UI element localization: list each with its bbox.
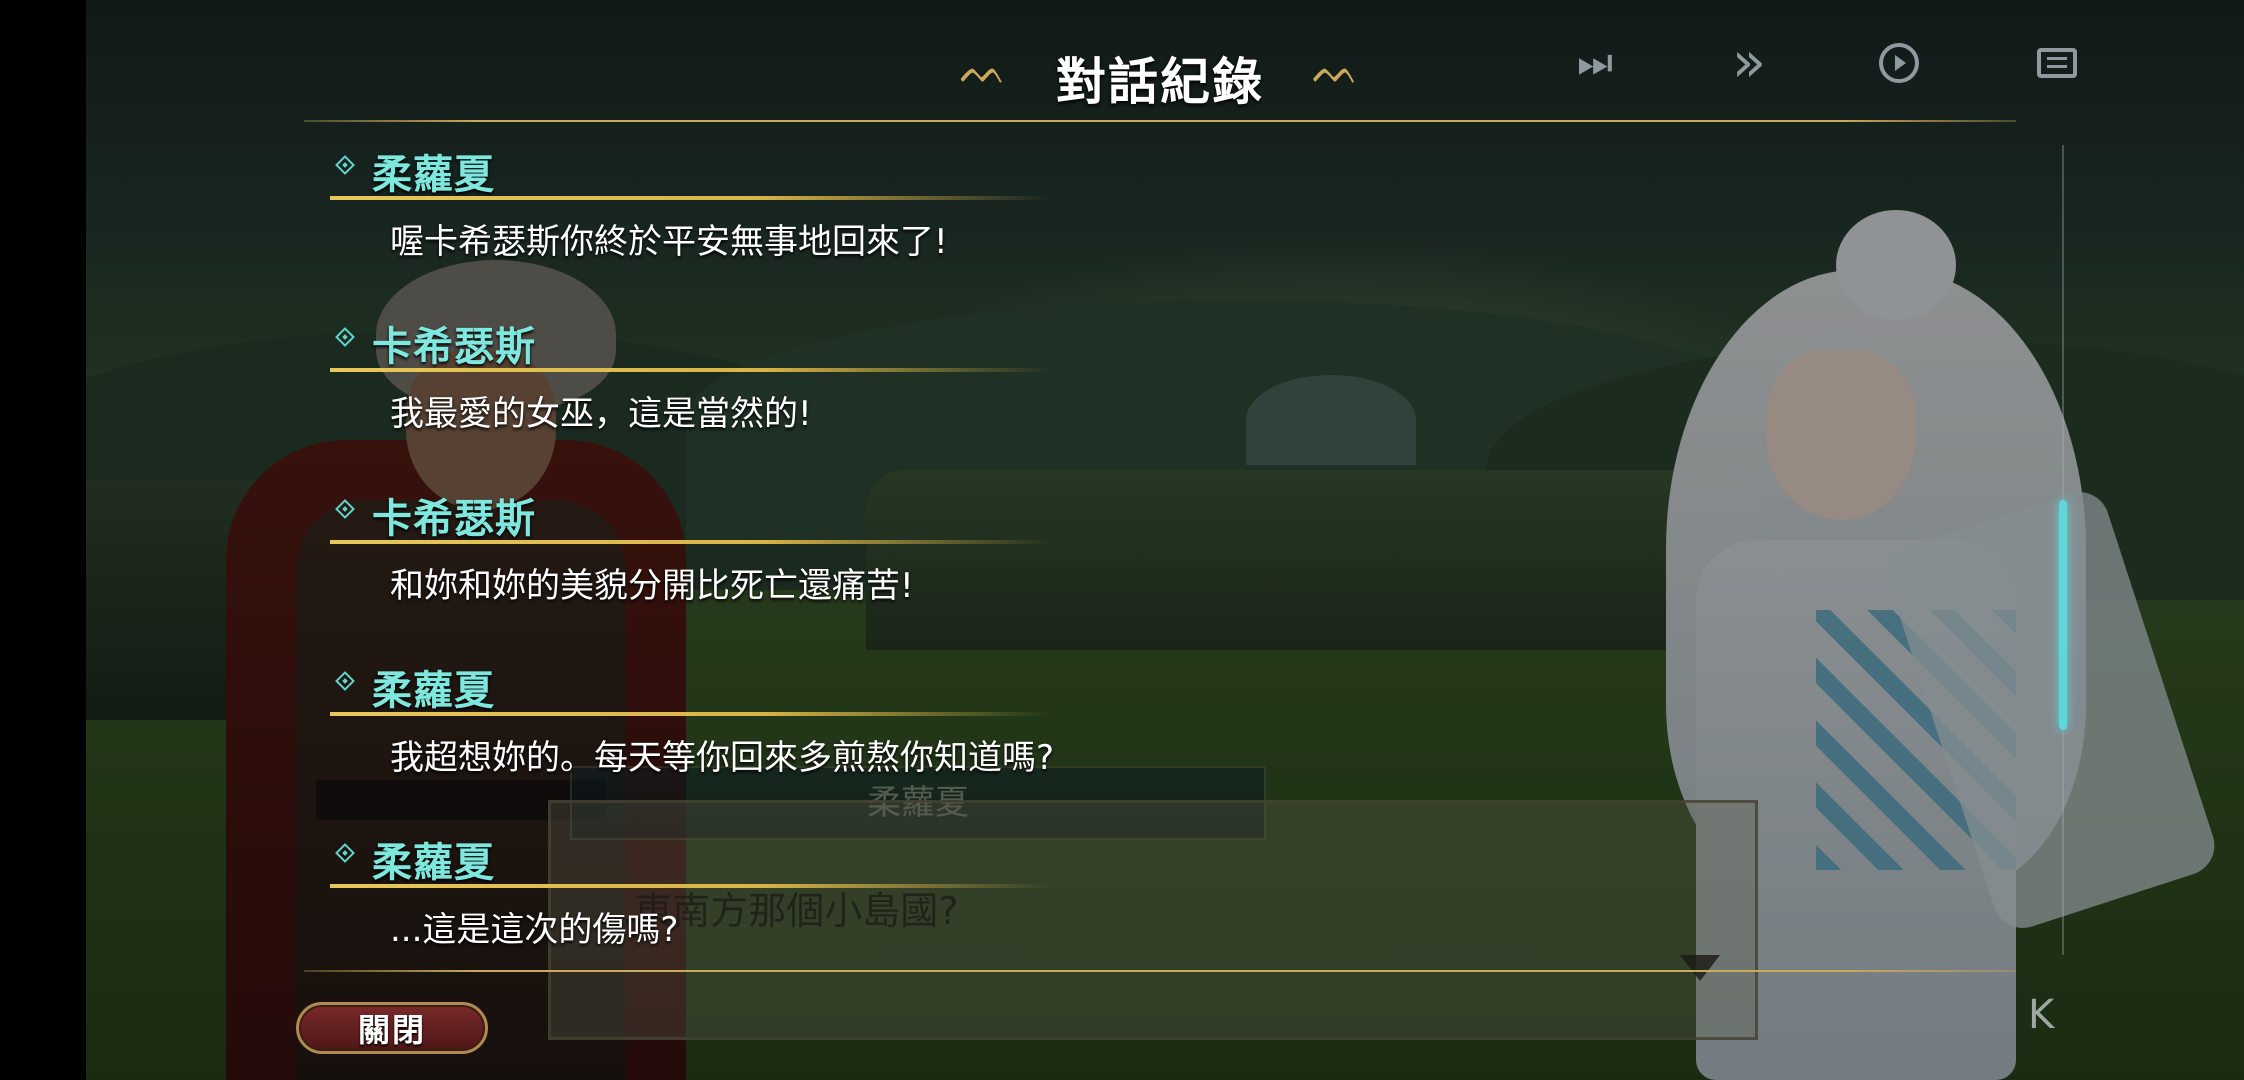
auto-play-button[interactable] xyxy=(1872,36,1926,90)
speaker-row: 卡希瑟斯 xyxy=(330,482,1730,542)
dialogue-text: 和妳和妳的美貌分開比死亡還痛苦! xyxy=(390,566,914,606)
diamond-icon xyxy=(335,499,355,519)
left-letterbox xyxy=(0,0,86,1080)
log-entry: 卡希瑟斯 我最愛的女巫，這是當然的! xyxy=(330,310,1730,482)
skip-button[interactable]: ⏭ xyxy=(1568,36,1622,90)
speaker-name: 柔蘿夏 xyxy=(372,152,495,198)
fast-forward-button[interactable]: » xyxy=(1722,30,1776,95)
log-entry: 柔蘿夏 ...這是這次的傷嗎? xyxy=(330,826,1730,998)
dialogue-text: 喔卡希瑟斯你終於平安無事地回來了! xyxy=(390,222,948,262)
diamond-icon xyxy=(335,843,355,863)
auto-play-icon xyxy=(1879,43,1919,83)
speaker-row: 柔蘿夏 xyxy=(330,826,1730,886)
speaker-name: 卡希瑟斯 xyxy=(372,324,536,370)
log-entry: 柔蘿夏 我超想妳的。每天等你回來多煎熬你知道嗎? xyxy=(330,654,1730,826)
header-divider xyxy=(304,120,2016,122)
page-title: 對話紀錄 xyxy=(1056,52,1264,111)
diamond-icon xyxy=(335,155,355,175)
close-button[interactable]: 關閉 xyxy=(296,1002,488,1054)
log-icon xyxy=(2037,48,2077,78)
log-button[interactable] xyxy=(2030,36,2084,90)
speaker-row: 卡希瑟斯 xyxy=(330,310,1730,370)
fast-forward-icon: » xyxy=(1731,30,1767,95)
corner-glyph: K xyxy=(2028,992,2055,1038)
speaker-underline xyxy=(330,540,1050,544)
speaker-row: 柔蘿夏 xyxy=(330,654,1730,714)
speaker-underline xyxy=(330,712,1050,716)
speaker-underline xyxy=(330,196,1050,200)
diamond-icon xyxy=(335,327,355,347)
diamond-icon xyxy=(335,671,355,691)
speaker-name: 卡希瑟斯 xyxy=(372,496,536,542)
close-button-label: 關閉 xyxy=(357,1011,426,1049)
speaker-row: 柔蘿夏 xyxy=(330,138,1730,198)
log-entry: 卡希瑟斯 和妳和妳的美貌分開比死亡還痛苦! xyxy=(330,482,1730,654)
scrollbar-thumb[interactable] xyxy=(2059,500,2067,730)
flourish-right-icon: ᨓ xyxy=(1312,47,1360,93)
dialogue-log-list[interactable]: 柔蘿夏 喔卡希瑟斯你終於平安無事地回來了! 卡希瑟斯 我最愛的女巫，這是當然的!… xyxy=(330,138,1730,998)
skip-icon: ⏭ xyxy=(1577,40,1613,86)
speaker-underline xyxy=(330,884,1050,888)
speaker-name: 柔蘿夏 xyxy=(372,840,495,886)
speaker-name: 柔蘿夏 xyxy=(372,668,495,714)
dialogue-text: ...這是這次的傷嗎? xyxy=(390,910,679,950)
dialogue-text: 我最愛的女巫，這是當然的! xyxy=(390,394,812,434)
title-bar: ᨓ 對話紀錄 ᨓ xyxy=(960,36,1360,111)
speaker-underline xyxy=(330,368,1050,372)
log-entry: 柔蘿夏 喔卡希瑟斯你終於平安無事地回來了! xyxy=(330,138,1730,310)
footer-divider xyxy=(304,970,2016,972)
dialogue-text: 我超想妳的。每天等你回來多煎熬你知道嗎? xyxy=(390,738,1055,778)
